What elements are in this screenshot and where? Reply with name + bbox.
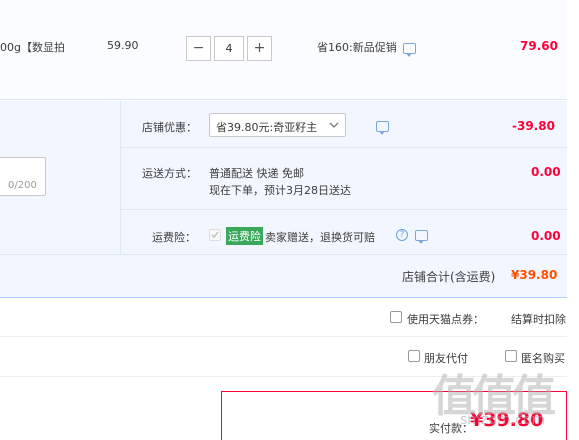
panel-divider-2 (120, 209, 567, 210)
quantity-minus-button[interactable]: − (186, 36, 211, 61)
shop-discount-amount: -39.80 (512, 119, 555, 133)
shop-discount-selected: 省39.80元:奇亚籽主 (216, 121, 318, 134)
panel-divider-1 (120, 147, 567, 148)
tmall-points-checkbox[interactable] (390, 311, 402, 323)
shop-discount-select[interactable]: 省39.80元:奇亚籽主 (209, 113, 346, 137)
help-icon[interactable]: ? (396, 229, 408, 241)
check-icon (211, 231, 219, 238)
chat-icon[interactable] (403, 43, 416, 57)
insurance-amount: 0.00 (531, 229, 561, 243)
tmall-points-label: 使用天猫点券： (407, 313, 484, 326)
shop-total-label: 店铺合计(含运费) (402, 270, 496, 284)
quantity-plus-button[interactable]: + (247, 36, 272, 61)
quantity-input[interactable]: 4 (214, 36, 244, 61)
shipping-label: 运送方式： (142, 167, 197, 180)
quantity-stepper: − 4 + (186, 36, 272, 62)
item-title[interactable]: 00g【数显拍 (0, 39, 65, 55)
shipping-amount: 0.00 (531, 165, 561, 179)
item-row (0, 0, 567, 100)
shop-discount-label: 店铺优惠： (142, 121, 197, 134)
shipping-note: 现在下单，预计3月28日送达 (209, 184, 351, 197)
unit-price: 59.90 (107, 39, 139, 52)
chat-icon[interactable] (375, 121, 389, 135)
shipping-method: 普通配送 快递 免邮 (209, 167, 304, 180)
friend-pay-checkbox[interactable] (408, 350, 420, 362)
tmall-points-note: 结算时扣除 (511, 313, 566, 326)
promotion-text: 省160:新品促销 (317, 41, 397, 54)
minus-icon: − (192, 40, 205, 56)
chat-icon[interactable] (415, 230, 428, 244)
item-subtotal: 79.60 (520, 39, 558, 53)
divider (0, 336, 567, 337)
panel-divider-3 (0, 254, 567, 255)
insurance-badge: 运费险 (226, 227, 263, 245)
plus-icon: + (253, 40, 266, 56)
quantity-value: 4 (225, 42, 233, 55)
panel-divider-vertical (120, 101, 121, 254)
insurance-label: 运费险： (152, 231, 196, 244)
shop-total-amount: ¥39.80 (511, 268, 558, 282)
insurance-text: 卖家赠送，退换货可赔 (265, 231, 375, 244)
watermark-site: smzdm.com (460, 412, 546, 428)
chevron-down-icon (329, 122, 339, 128)
message-counter: 0/200 (8, 180, 37, 191)
insurance-checkbox[interactable] (209, 229, 221, 241)
